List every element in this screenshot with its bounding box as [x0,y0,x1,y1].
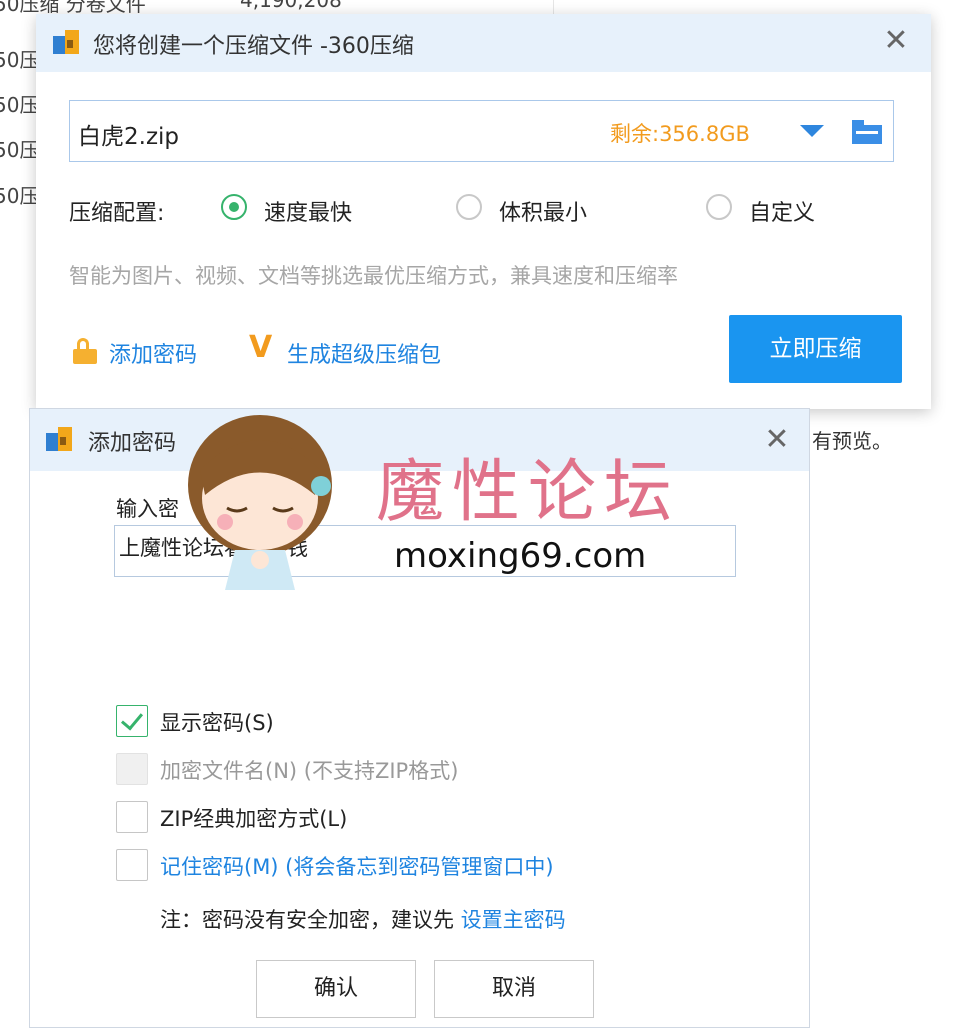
option-smallest-label[interactable]: 体积最小 [499,195,587,227]
file-row[interactable]: 50压 [0,134,39,163]
note-text: 注：密码没有安全加密，建议先 [160,908,461,932]
preview-text: 有预览。 [812,429,892,453]
show-password-checkbox[interactable] [116,705,148,737]
option-custom-label[interactable]: 自定义 [749,195,815,227]
file-row[interactable]: 50压 [0,180,39,209]
file-row[interactable]: 50压 [0,44,39,73]
title-bar: 您将创建一个压缩文件 -360压缩 ✕ [36,14,931,72]
cancel-button[interactable]: 取消 [434,960,594,1018]
compress-dialog: 您将创建一个压缩文件 -360压缩 ✕ 白虎2.zip 剩余:356.8GB 压… [36,14,931,409]
config-label: 压缩配置: [69,201,165,226]
vip-icon: V [249,330,273,365]
archive-app-icon [53,30,79,54]
dialog-title: 您将创建一个压缩文件 -360压缩 [93,34,414,59]
watermark-url: moxing69.com [394,536,647,576]
watermark-text: 魔性论坛 [376,453,681,532]
confirm-button[interactable]: 确认 [256,960,416,1018]
remember-password-label[interactable]: 记住密码(M) (将会备忘到密码管理窗口中) [160,851,554,881]
free-space-label: 剩余:356.8GB [610,122,750,146]
radio-custom[interactable] [706,194,732,220]
compress-now-button[interactable]: 立即压缩 [729,315,902,383]
file-row[interactable]: 50压 [0,89,39,118]
show-password-label[interactable]: 显示密码(S) [160,707,274,737]
password-input-label: 输入密 [116,497,179,521]
lock-icon [73,338,97,364]
compression-hint: 智能为图片、视频、文档等挑选最优压缩方式，兼具速度和压缩率 [69,264,678,288]
close-icon[interactable]: ✕ [881,26,911,56]
remember-password-checkbox[interactable] [116,849,148,881]
super-package-link[interactable]: 生成超级压缩包 [287,337,441,369]
close-icon[interactable]: ✕ [762,425,792,455]
encrypt-filename-checkbox [116,753,148,785]
archive-app-icon [46,427,72,451]
archive-filename[interactable]: 白虎2.zip [78,117,179,151]
folder-icon[interactable] [852,120,882,144]
security-note: 注：密码没有安全加密，建议先 设置主密码 [160,904,566,934]
option-fastest-label[interactable]: 速度最快 [264,195,352,227]
chevron-down-icon[interactable] [800,125,824,137]
cartoon-girl-watermark [188,415,332,590]
file-size: 4,190,208 [240,0,342,12]
archive-path-field[interactable]: 白虎2.zip 剩余:356.8GB [69,100,894,162]
zip-classic-label[interactable]: ZIP经典加密方式(L) [160,803,347,833]
radio-fastest[interactable] [221,194,247,220]
encrypt-filename-label: 加密文件名(N) (不支持ZIP格式) [160,759,459,783]
zip-classic-checkbox[interactable] [116,801,148,833]
add-password-link[interactable]: 添加密码 [109,337,197,369]
set-master-password-link[interactable]: 设置主密码 [461,908,566,932]
radio-smallest[interactable] [456,194,482,220]
dialog-title: 添加密码 [88,431,177,456]
